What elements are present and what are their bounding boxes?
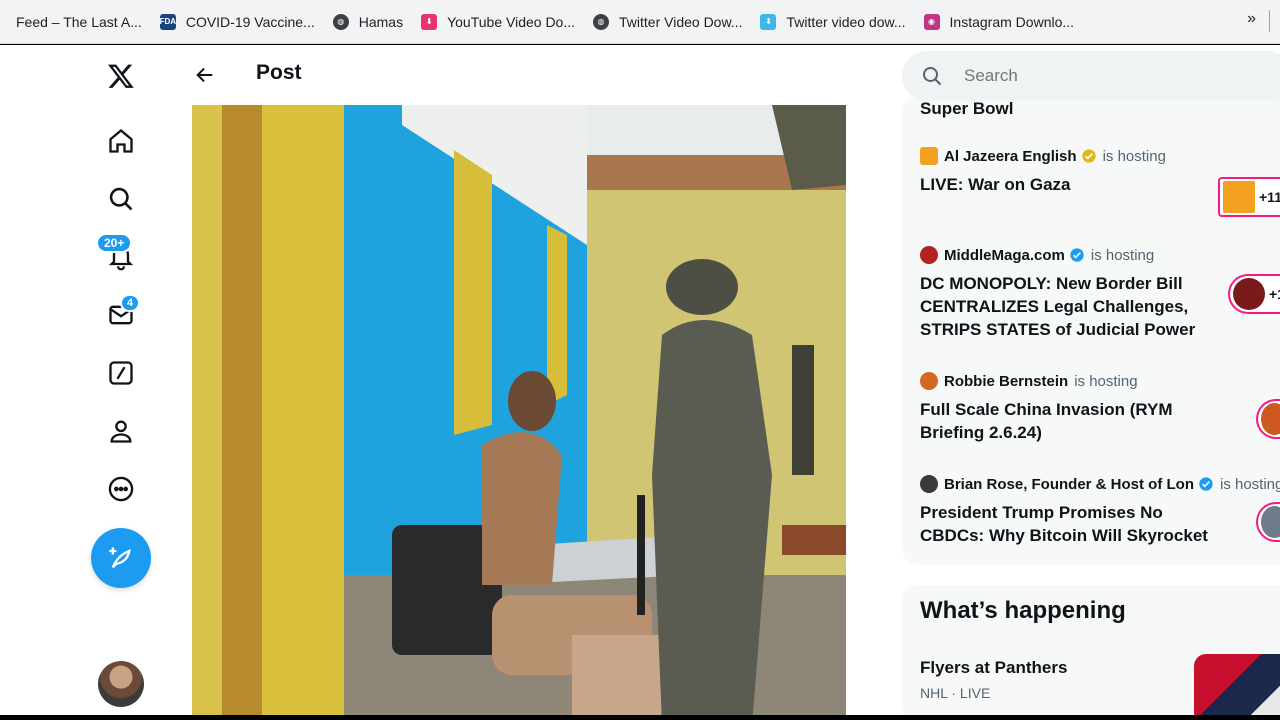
space-item[interactable]: Robbie Bernstein is hosting Full Scale C… xyxy=(920,372,1280,444)
left-nav: 20+ 4 xyxy=(0,45,172,715)
hosting-label: is hosting xyxy=(1220,475,1280,493)
bookmark-hamas[interactable]: ◍ Hamas xyxy=(327,8,409,36)
whats-happening-panel: What’s happening Flyers at Panthers NHL … xyxy=(902,585,1280,715)
space-title: Full Scale China Invasion (RYM Briefing … xyxy=(920,400,1173,442)
hosting-label: is hosting xyxy=(1090,246,1155,264)
whats-happening-title: What’s happening xyxy=(920,597,1126,624)
main-column: Post xyxy=(172,45,862,715)
bookmark-covid[interactable]: FDA COVID-19 Vaccine... xyxy=(154,8,321,36)
blue-verified-icon xyxy=(1070,248,1084,262)
post-photo[interactable] xyxy=(192,105,846,715)
bookmarks-bar: Feed – The Last A... FDA COVID-19 Vaccin… xyxy=(0,0,1280,44)
spaces-partial-title: Super Bowl xyxy=(920,99,1014,118)
page-title: Post xyxy=(256,61,302,84)
more-circle-icon[interactable] xyxy=(98,466,144,512)
hosting-label: is hosting xyxy=(1102,147,1166,165)
bookmark-feed[interactable]: Feed – The Last A... xyxy=(10,8,148,36)
space-title: LIVE: War on Gaza xyxy=(920,175,1071,194)
x-logo-icon[interactable] xyxy=(98,53,144,99)
trend-meta: NHL · LIVE xyxy=(920,685,991,701)
host-avatar xyxy=(920,246,938,264)
twitter-download-icon: ⬇ xyxy=(760,13,777,30)
hosting-label: is hosting xyxy=(1074,372,1138,390)
trend-name[interactable]: Flyers at Panthers xyxy=(920,658,1067,678)
search-bar[interactable] xyxy=(902,51,1280,101)
globe-icon: ◍ xyxy=(593,13,610,30)
gold-verified-icon xyxy=(1081,149,1096,163)
space-title: President Trump Promises No CBDCs: Why B… xyxy=(920,503,1208,545)
globe-icon: ◍ xyxy=(332,13,349,30)
bookmark-label: Twitter Video Dow... xyxy=(619,13,743,30)
bookmarks-divider xyxy=(1269,10,1270,32)
bookmark-label: Hamas xyxy=(358,13,404,30)
more-bookmarks-chevron-icon[interactable]: » xyxy=(1247,10,1256,28)
home-icon[interactable] xyxy=(98,118,144,164)
space-listeners[interactable]: +1 xyxy=(1228,274,1280,314)
profile-icon[interactable] xyxy=(98,408,144,454)
space-host: MiddleMaga.com is hosting xyxy=(920,246,1280,264)
space-item[interactable]: Brian Rose, Founder & Host of Lon is hos… xyxy=(920,475,1280,547)
bookmark-twitter-dl-1[interactable]: ◍ Twitter Video Dow... xyxy=(587,8,748,36)
space-host: Robbie Bernstein is hosting xyxy=(920,372,1280,390)
host-avatar xyxy=(920,475,938,493)
feather-plus-icon xyxy=(109,547,131,569)
post-photo-illustration xyxy=(192,105,846,715)
grok-slash-icon[interactable] xyxy=(98,350,144,396)
host-name: Robbie Bernstein xyxy=(944,372,1069,390)
space-host: Brian Rose, Founder & Host of Lon is hos… xyxy=(920,475,1280,493)
bookmark-twitter-dl-2[interactable]: ⬇ Twitter video dow... xyxy=(754,8,911,36)
x-page: 20+ 4 Post Super Bowl Al Jazeera English… xyxy=(0,45,1280,715)
bookmark-label: COVID-19 Vaccine... xyxy=(185,13,315,30)
search-input[interactable] xyxy=(964,63,1264,89)
listener-avatar xyxy=(1261,403,1280,435)
bottom-border xyxy=(0,715,1280,720)
bookmark-label: Feed – The Last A... xyxy=(16,13,142,30)
back-arrow-icon[interactable] xyxy=(190,60,220,90)
bookmark-label: YouTube Video Do... xyxy=(447,13,576,30)
trend-thumbnail[interactable] xyxy=(1194,654,1280,715)
account-avatar[interactable] xyxy=(98,661,144,707)
host-name: Al Jazeera English xyxy=(944,147,1077,165)
listener-avatar xyxy=(1223,181,1255,213)
messages-badge: 4 xyxy=(120,294,141,312)
host-avatar xyxy=(920,147,938,165)
search-icon xyxy=(923,67,942,86)
space-item[interactable]: MiddleMaga.com is hosting DC MONOPOLY: N… xyxy=(920,246,1280,341)
host-name: Brian Rose, Founder & Host of Lon xyxy=(944,475,1194,493)
bookmark-label: Twitter video dow... xyxy=(786,13,906,30)
bookmark-label: Instagram Downlo... xyxy=(949,13,1075,30)
spaces-panel: Super Bowl Al Jazeera English is hosting… xyxy=(902,95,1280,565)
host-avatar xyxy=(920,372,938,390)
post-header: Post xyxy=(172,45,862,105)
blue-verified-icon xyxy=(1199,477,1213,491)
space-title: DC MONOPOLY: New Border Bill CENTRALIZES… xyxy=(920,274,1196,339)
space-listeners[interactable]: +11 xyxy=(1218,177,1280,217)
instagram-icon: ◉ xyxy=(923,13,940,30)
fda-icon: FDA xyxy=(160,13,176,30)
bookmark-instagram-dl[interactable]: ◉ Instagram Downlo... xyxy=(918,8,1081,36)
bookmark-youtube-dl[interactable]: ⬇ YouTube Video Do... xyxy=(415,8,581,36)
listener-count: +11 xyxy=(1259,189,1280,205)
space-host: Al Jazeera English is hosting xyxy=(920,147,1280,165)
listener-count: +1 xyxy=(1269,286,1280,302)
listener-avatar xyxy=(1261,506,1280,538)
explore-search-icon[interactable] xyxy=(98,176,144,222)
host-name: MiddleMaga.com xyxy=(944,246,1065,264)
compose-post-button[interactable] xyxy=(91,528,151,588)
listener-avatar xyxy=(1233,278,1265,310)
right-sidebar: Super Bowl Al Jazeera English is hosting… xyxy=(862,45,1280,715)
notifications-badge: 20+ xyxy=(96,233,133,253)
download-icon: ⬇ xyxy=(421,13,438,30)
